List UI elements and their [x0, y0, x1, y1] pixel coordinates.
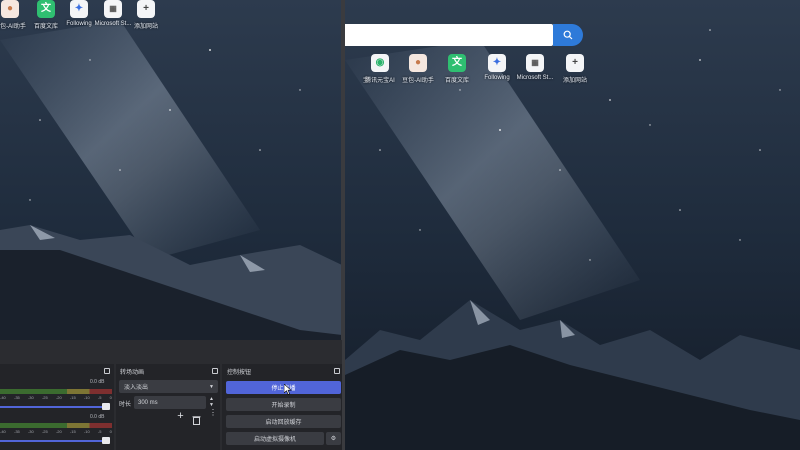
- virtual-camera-button[interactable]: 启动虚拟摄像机: [226, 432, 324, 445]
- following-icon: ✦: [488, 54, 506, 72]
- volume-slider-handle-2[interactable]: [102, 437, 110, 444]
- shortcut-microsoft-store[interactable]: ▦ Microsoft St...: [513, 54, 557, 81]
- meter-scale-2: -40 -35 -30 -25 -20 -15 -10 -5 0: [0, 429, 112, 434]
- add-icon: +: [566, 54, 584, 72]
- volume-slider-1[interactable]: [0, 406, 108, 408]
- doubao-icon: ●: [409, 54, 427, 72]
- meter-scale-1: -40 -35 -30 -25 -20 -15 -10 -5 0: [0, 395, 112, 400]
- search-button[interactable]: [553, 24, 583, 46]
- microsoft-store-icon: ▦: [526, 54, 544, 72]
- track-2-db: 0.0 dB: [90, 414, 105, 420]
- shortcut-add-top[interactable]: + 添加网站: [124, 0, 168, 30]
- controls-undock-icon[interactable]: [334, 368, 340, 374]
- track-1-db: 0.0 dB: [90, 379, 105, 385]
- volume-slider-2[interactable]: [0, 440, 108, 442]
- cut-shortcut-icon: [338, 54, 356, 72]
- trash-icon[interactable]: [192, 412, 201, 425]
- shortcut-doubao[interactable]: ● 豆包-AI助手: [396, 54, 440, 84]
- replay-buffer-button[interactable]: 启动回放缓存: [226, 415, 341, 428]
- more-options-icon[interactable]: ⋮: [209, 409, 217, 417]
- add-transition-icon[interactable]: +: [175, 411, 186, 422]
- volume-meter-1: [0, 389, 112, 394]
- shortcut-wenku[interactable]: 文 百度文库: [435, 54, 479, 84]
- transitions-undock-icon[interactable]: [212, 368, 218, 374]
- duration-stepper[interactable]: ▲ ▼: [209, 396, 214, 408]
- search-icon: [563, 30, 573, 40]
- transitions-title: 转场动画: [120, 369, 145, 376]
- transition-select-value: 淡入淡出: [124, 385, 149, 391]
- controls-title: 控制按钮: [227, 369, 252, 376]
- duration-label: 时长: [119, 402, 132, 408]
- microsoft-store-icon: ▦: [104, 0, 122, 18]
- transition-select[interactable]: 淡入淡出 ▼: [119, 380, 218, 393]
- start-record-button[interactable]: 开始录制: [226, 398, 341, 411]
- cursor-icon: [284, 384, 292, 395]
- volume-meter-2: [0, 423, 112, 428]
- wenku-icon: 文: [448, 54, 466, 72]
- add-icon: +: [137, 0, 155, 18]
- search-input[interactable]: [345, 24, 553, 46]
- following-icon: ✦: [70, 0, 88, 18]
- chevron-down-icon: ▼: [209, 383, 214, 390]
- duration-input[interactable]: 300 ms: [134, 396, 206, 409]
- volume-slider-handle-1[interactable]: [102, 403, 110, 410]
- yuanbao-icon: ◉: [371, 54, 389, 72]
- undock-icon[interactable]: [104, 368, 110, 374]
- wenku-icon: 文: [37, 0, 55, 18]
- doubao-icon: ●: [1, 0, 19, 18]
- gear-icon[interactable]: ⚙: [326, 432, 341, 445]
- shortcut-add[interactable]: + 添加网站: [553, 54, 597, 84]
